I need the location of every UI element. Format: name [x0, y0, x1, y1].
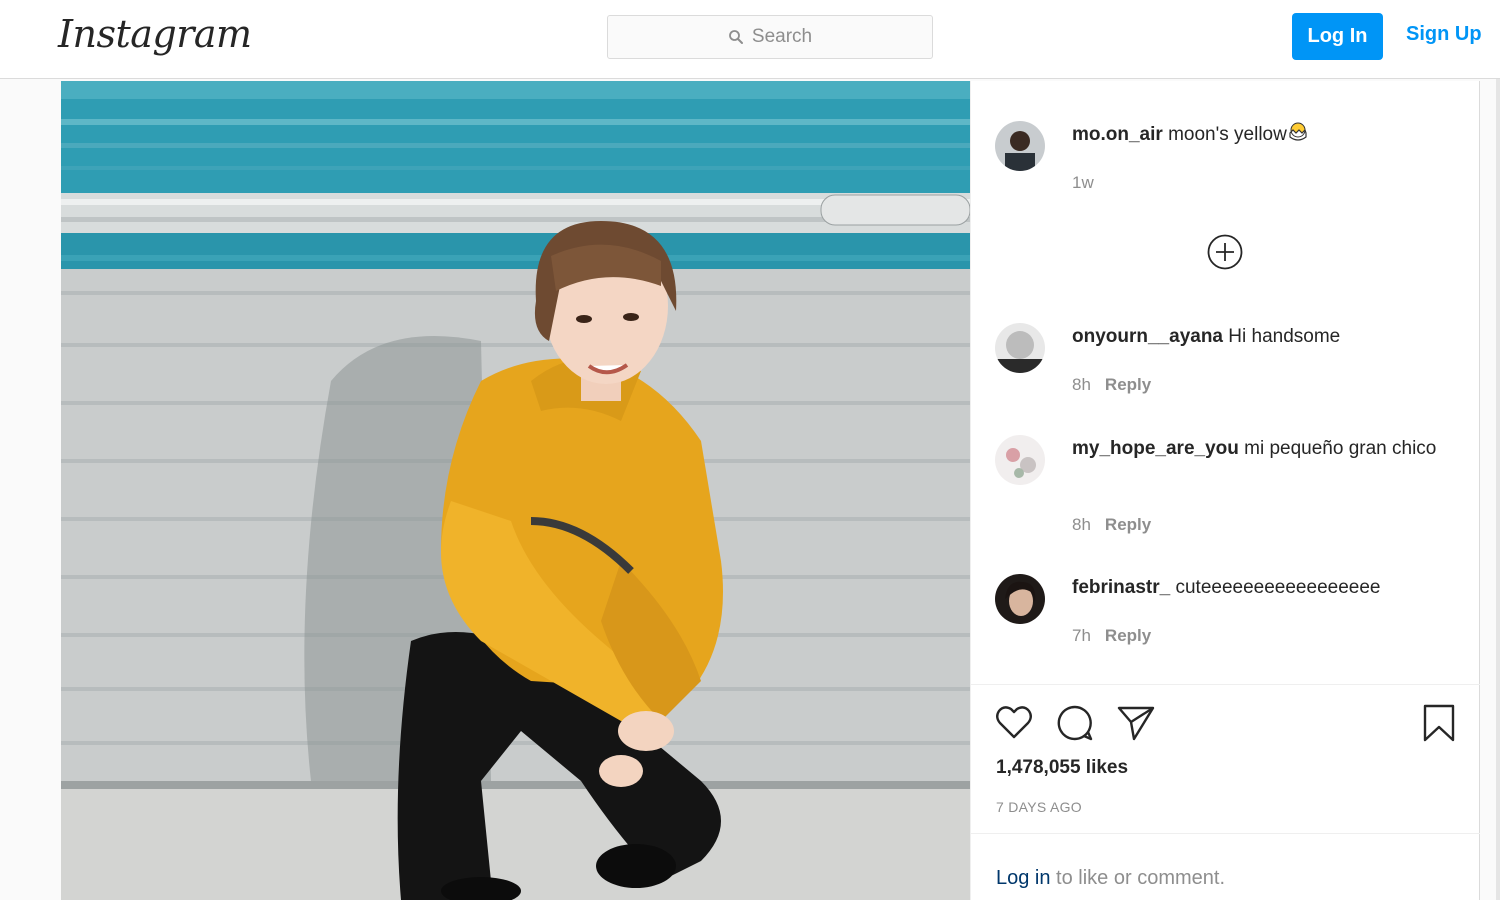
- instagram-logo[interactable]: Instagram: [58, 12, 252, 56]
- comment-time: 8h: [1072, 375, 1091, 394]
- comment-username[interactable]: onyourn__ayana: [1072, 326, 1223, 347]
- author-avatar-image: [995, 121, 1045, 171]
- comment-meta: 7h Reply: [1072, 626, 1151, 646]
- save-icon[interactable]: [1419, 703, 1459, 743]
- author-avatar[interactable]: [995, 121, 1045, 171]
- search-icon: [728, 30, 743, 44]
- load-more-icon[interactable]: [1207, 234, 1243, 270]
- cta-divider: [971, 833, 1481, 834]
- login-cta-text: to like or comment.: [1050, 867, 1226, 889]
- commenter-avatar[interactable]: [995, 574, 1045, 624]
- login-link[interactable]: Log in: [996, 867, 1051, 889]
- comment-time: 8h: [1072, 515, 1091, 534]
- comment-content: Hi handsome: [1228, 326, 1341, 347]
- likes-count[interactable]: 1,478,055 likes: [996, 757, 1128, 779]
- search-placeholder: Search: [751, 26, 813, 47]
- login-to-comment: Log in to like or comment.: [996, 867, 1225, 890]
- caption-time: 1w: [1072, 173, 1094, 192]
- post-timestamp: 7 DAYS AGO: [996, 799, 1082, 815]
- comment-content: mi pequeño gran chico: [1244, 438, 1437, 459]
- comment-text: onyourn__ayana Hi handsome: [1072, 323, 1462, 351]
- post-photo[interactable]: [61, 81, 970, 900]
- actions-divider: [971, 684, 1481, 685]
- like-icon[interactable]: [994, 703, 1034, 743]
- caption-content: moon's yellow: [1168, 124, 1287, 145]
- commenter-avatar-image: [995, 323, 1045, 373]
- reply-button[interactable]: Reply: [1105, 515, 1151, 534]
- comment-username[interactable]: my_hope_are_you: [1072, 438, 1239, 459]
- author-username[interactable]: mo.on_air: [1072, 124, 1163, 145]
- comment-text: febrinastr_ cuteeeeeeeeeeeeeeeee: [1072, 574, 1462, 602]
- comment-content: cuteeeeeeeeeeeeeeeee: [1175, 577, 1381, 598]
- signup-link[interactable]: Sign Up: [1406, 23, 1482, 46]
- comment-time: 7h: [1072, 626, 1091, 645]
- reply-button[interactable]: Reply: [1105, 375, 1151, 394]
- comment-icon[interactable]: [1055, 703, 1095, 743]
- caption-meta: 1w: [1072, 173, 1094, 193]
- comment-meta: 8h Reply: [1072, 515, 1151, 535]
- commenter-avatar-image: [995, 435, 1045, 485]
- caption-text: mo.on_air moon's yellow: [1072, 121, 1462, 149]
- comment-text: my_hope_are_you mi pequeño gran chico: [1072, 435, 1462, 463]
- share-icon[interactable]: [1116, 703, 1156, 743]
- comment-meta: 8h Reply: [1072, 375, 1151, 395]
- search-input[interactable]: Search: [607, 15, 933, 59]
- commenter-avatar[interactable]: [995, 323, 1045, 373]
- top-nav: Instagram Search Log In Sign Up: [0, 0, 1500, 79]
- post-side-panel: mo.on_air moon's yellow 1w onyourn__ayan…: [970, 81, 1481, 900]
- post-image: [61, 81, 970, 900]
- commenter-avatar-image: [995, 574, 1045, 624]
- commenter-avatar[interactable]: [995, 435, 1045, 485]
- hatching-chick-emoji-icon: [1289, 122, 1307, 141]
- reply-button[interactable]: Reply: [1105, 626, 1151, 645]
- scrollbar[interactable]: [1496, 79, 1500, 900]
- login-button[interactable]: Log In: [1292, 13, 1383, 60]
- comment-username[interactable]: febrinastr_: [1072, 577, 1170, 598]
